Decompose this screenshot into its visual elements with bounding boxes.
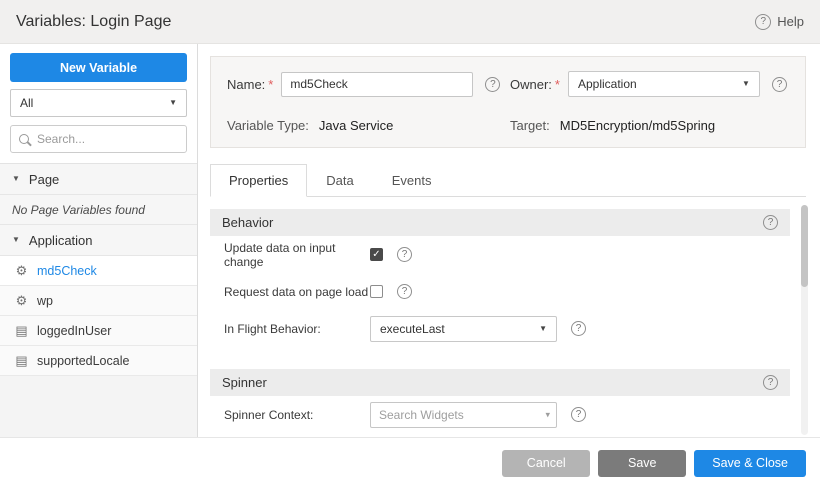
help-icon: ? (755, 14, 771, 30)
request-data-label: Request data on page load (224, 285, 370, 299)
target-value: MD5Encryption/md5Spring (560, 118, 715, 133)
behavior-section: Behavior ? Update data on input change ✓… (210, 209, 790, 347)
variable-item-label: supportedLocale (37, 354, 129, 368)
required-marker: * (555, 77, 560, 92)
model-variable-icon: ▤ (14, 323, 29, 339)
owner-select[interactable]: Application ▼ (568, 71, 760, 97)
request-data-row: Request data on page load ? (210, 273, 790, 310)
variable-item-label: md5Check (37, 264, 97, 278)
tree-group-application[interactable]: ▼ Application (0, 225, 197, 256)
inflight-behavior-select[interactable]: executeLast ▼ (370, 316, 557, 342)
vertical-scrollbar[interactable] (801, 205, 808, 435)
request-data-checkbox[interactable] (370, 285, 383, 298)
variables-dialog: Variables: Login Page ? Help New Variabl… (0, 0, 820, 488)
variable-item-supportedlocale[interactable]: ▤ supportedLocale (0, 346, 197, 376)
inflight-behavior-value: executeLast (380, 322, 445, 336)
behavior-section-header: Behavior ? (210, 209, 790, 236)
variable-item-label: loggedInUser (37, 324, 111, 338)
variable-filter-value: All (20, 96, 33, 110)
update-data-row: Update data on input change ✓ ? (210, 236, 790, 273)
caret-down-icon: ▼ (742, 80, 750, 88)
tab-bar: Properties Data Events (210, 164, 806, 197)
behavior-help-icon[interactable]: ? (763, 215, 778, 230)
header: Variables: Login Page ? Help (0, 0, 820, 44)
name-input[interactable] (281, 72, 473, 97)
spinner-section-title: Spinner (222, 375, 267, 390)
search-box (10, 125, 187, 153)
spinner-context-combobox: ▾ (370, 402, 557, 428)
owner-help-icon[interactable]: ? (772, 77, 787, 92)
model-variable-icon: ▤ (14, 353, 29, 369)
spinner-section-header: Spinner ? (210, 369, 790, 396)
tab-properties[interactable]: Properties (210, 164, 307, 197)
main-panel: Name: * ? Owner: * Application ▼ ? (198, 44, 820, 437)
name-help-icon[interactable]: ? (485, 77, 500, 92)
save-button[interactable]: Save (598, 450, 686, 477)
target-label: Target: (510, 118, 550, 133)
update-data-help-icon[interactable]: ? (397, 247, 412, 262)
spinner-context-input[interactable] (370, 402, 557, 428)
new-variable-button[interactable]: New Variable (10, 53, 187, 82)
empty-page-variables-message: No Page Variables found (0, 195, 197, 225)
request-data-help-icon[interactable]: ? (397, 284, 412, 299)
owner-select-value: Application (578, 77, 637, 91)
owner-label: Owner: (510, 77, 552, 92)
variable-summary-card: Name: * ? Owner: * Application ▼ ? (210, 56, 806, 148)
chevron-down-icon: ▾ (545, 410, 550, 419)
footer: Cancel Save Save & Close (0, 437, 820, 488)
update-data-label: Update data on input change (224, 241, 370, 269)
variable-item-loggedinuser[interactable]: ▤ loggedInUser (0, 316, 197, 346)
spinner-context-label: Spinner Context: (224, 408, 370, 422)
variable-type-label: Variable Type: (227, 118, 309, 133)
name-label: Name: (227, 77, 265, 92)
help-label: Help (777, 14, 804, 29)
tab-events[interactable]: Events (373, 164, 451, 197)
variable-type-value: Java Service (319, 118, 393, 133)
inflight-behavior-label: In Flight Behavior: (224, 322, 370, 336)
variable-item-md5check[interactable]: ⚙ md5Check (0, 256, 197, 286)
tree-group-page[interactable]: ▼ Page (0, 164, 197, 195)
cancel-button[interactable]: Cancel (502, 450, 590, 477)
save-and-close-button[interactable]: Save & Close (694, 450, 806, 477)
variables-tree: ▼ Page No Page Variables found ▼ Applica… (0, 163, 197, 437)
caret-down-icon: ▼ (539, 325, 547, 333)
search-input[interactable] (37, 132, 178, 146)
help-button[interactable]: ? Help (755, 14, 804, 30)
properties-panel: Behavior ? Update data on input change ✓… (210, 197, 812, 437)
search-icon (19, 134, 29, 144)
behavior-section-title: Behavior (222, 215, 273, 230)
spinner-context-help-icon[interactable]: ? (571, 407, 586, 422)
variable-item-label: wp (37, 294, 53, 308)
spinner-help-icon[interactable]: ? (763, 375, 778, 390)
inflight-behavior-help-icon[interactable]: ? (571, 321, 586, 336)
service-variable-icon: ⚙ (14, 263, 29, 279)
caret-down-icon: ▼ (169, 99, 177, 107)
update-data-checkbox[interactable]: ✓ (370, 248, 383, 261)
tree-group-application-label: Application (29, 233, 93, 248)
variable-filter-select[interactable]: All ▼ (10, 89, 187, 117)
tree-group-page-label: Page (29, 172, 59, 187)
collapse-icon: ▼ (12, 175, 20, 183)
spinner-section: Spinner ? Spinner Context: ▾ ? (210, 369, 790, 433)
spinner-context-row: Spinner Context: ▾ ? (210, 396, 790, 433)
required-marker: * (268, 77, 273, 92)
tab-data[interactable]: Data (307, 164, 372, 197)
collapse-icon: ▼ (12, 236, 20, 244)
variable-item-wp[interactable]: ⚙ wp (0, 286, 197, 316)
inflight-behavior-row: In Flight Behavior: executeLast ▼ ? (210, 310, 790, 347)
scrollbar-thumb[interactable] (801, 205, 808, 287)
sidebar: New Variable All ▼ ▼ Page No Page Variab… (0, 44, 198, 437)
page-title: Variables: Login Page (16, 13, 171, 31)
service-variable-icon: ⚙ (14, 293, 29, 309)
